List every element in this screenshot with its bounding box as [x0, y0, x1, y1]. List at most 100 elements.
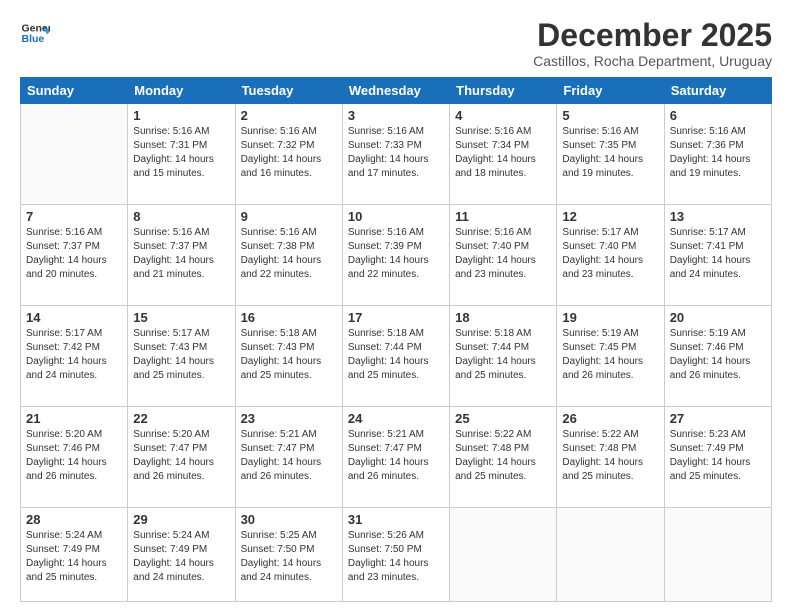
table-row: 4 Sunrise: 5:16 AM Sunset: 7:34 PM Daylig…	[450, 104, 557, 205]
table-row: 8 Sunrise: 5:16 AM Sunset: 7:37 PM Daylig…	[128, 205, 235, 306]
table-row	[450, 507, 557, 601]
day-number: 30	[241, 512, 337, 527]
day-info: Sunrise: 5:21 AM Sunset: 7:47 PM Dayligh…	[241, 428, 337, 484]
title-block: December 2025 Castillos, Rocha Departmen…	[533, 18, 772, 69]
table-row: 28Sunrise: 5:24 AM Sunset: 7:49 PM Dayli…	[21, 507, 128, 601]
table-row: 25 Sunrise: 5:22 AM Sunset: 7:48 PM Dayli…	[450, 407, 557, 508]
table-row	[557, 507, 664, 601]
day-info: Sunrise: 5:24 AM Sunset: 7:49 PM Dayligh…	[133, 529, 229, 585]
day-info: Sunrise: 5:22 AM Sunset: 7:48 PM Dayligh…	[562, 428, 658, 484]
day-info: Sunrise: 5:16 AM Sunset: 7:37 PM Dayligh…	[26, 226, 122, 282]
table-row: 24Sunrise: 5:21 AM Sunset: 7:47 PM Dayli…	[342, 407, 449, 508]
day-number: 27	[670, 411, 766, 426]
day-info: Sunrise: 5:16 AM Sunset: 7:40 PM Dayligh…	[455, 226, 551, 282]
day-number: 19	[562, 310, 658, 325]
day-info: Sunrise: 5:16 AM Sunset: 7:37 PM Dayligh…	[133, 226, 229, 282]
header-tuesday: Tuesday	[235, 78, 342, 104]
table-row: 31Sunrise: 5:26 AM Sunset: 7:50 PM Dayli…	[342, 507, 449, 601]
day-number: 10	[348, 209, 444, 224]
table-row: 23 Sunrise: 5:21 AM Sunset: 7:47 PM Dayli…	[235, 407, 342, 508]
day-info: Sunrise: 5:22 AM Sunset: 7:48 PM Dayligh…	[455, 428, 551, 484]
svg-text:Blue: Blue	[22, 33, 45, 45]
day-info: Sunrise: 5:16 AM Sunset: 7:31 PM Dayligh…	[133, 125, 229, 181]
table-row: 21 Sunrise: 5:20 AM Sunset: 7:46 PM Dayli…	[21, 407, 128, 508]
header-thursday: Thursday	[450, 78, 557, 104]
table-row: 15 Sunrise: 5:17 AM Sunset: 7:43 PM Dayli…	[128, 306, 235, 407]
day-number: 25	[455, 411, 551, 426]
day-number: 29	[133, 512, 229, 527]
day-number: 9	[241, 209, 337, 224]
header-monday: Monday	[128, 78, 235, 104]
table-row: 10 Sunrise: 5:16 AM Sunset: 7:39 PM Dayli…	[342, 205, 449, 306]
day-number: 20	[670, 310, 766, 325]
day-number: 16	[241, 310, 337, 325]
day-info: Sunrise: 5:16 AM Sunset: 7:33 PM Dayligh…	[348, 125, 444, 181]
table-row: 22 Sunrise: 5:20 AM Sunset: 7:47 PM Dayli…	[128, 407, 235, 508]
day-info: Sunrise: 5:16 AM Sunset: 7:36 PM Dayligh…	[670, 125, 766, 181]
table-row: 5 Sunrise: 5:16 AM Sunset: 7:35 PM Daylig…	[557, 104, 664, 205]
day-info: Sunrise: 5:20 AM Sunset: 7:46 PM Dayligh…	[26, 428, 122, 484]
day-info: Sunrise: 5:17 AM Sunset: 7:41 PM Dayligh…	[670, 226, 766, 282]
table-row: 26Sunrise: 5:22 AM Sunset: 7:48 PM Dayli…	[557, 407, 664, 508]
day-number: 11	[455, 209, 551, 224]
table-row: 6 Sunrise: 5:16 AM Sunset: 7:36 PM Daylig…	[664, 104, 771, 205]
day-number: 12	[562, 209, 658, 224]
day-info: Sunrise: 5:17 AM Sunset: 7:43 PM Dayligh…	[133, 327, 229, 383]
table-row: 19 Sunrise: 5:19 AM Sunset: 7:45 PM Dayli…	[557, 306, 664, 407]
day-info: Sunrise: 5:23 AM Sunset: 7:49 PM Dayligh…	[670, 428, 766, 484]
day-number: 1	[133, 108, 229, 123]
day-info: Sunrise: 5:16 AM Sunset: 7:35 PM Dayligh…	[562, 125, 658, 181]
header-friday: Friday	[557, 78, 664, 104]
table-row: 14 Sunrise: 5:17 AM Sunset: 7:42 PM Dayli…	[21, 306, 128, 407]
day-number: 18	[455, 310, 551, 325]
calendar-table: Sunday Monday Tuesday Wednesday Thursday…	[20, 77, 772, 602]
header-wednesday: Wednesday	[342, 78, 449, 104]
table-row: 12 Sunrise: 5:17 AM Sunset: 7:40 PM Dayli…	[557, 205, 664, 306]
day-number: 21	[26, 411, 122, 426]
table-row: 27 Sunrise: 5:23 AM Sunset: 7:49 PM Dayli…	[664, 407, 771, 508]
day-info: Sunrise: 5:20 AM Sunset: 7:47 PM Dayligh…	[133, 428, 229, 484]
day-number: 22	[133, 411, 229, 426]
day-number: 5	[562, 108, 658, 123]
table-row: 20 Sunrise: 5:19 AM Sunset: 7:46 PM Dayli…	[664, 306, 771, 407]
day-info: Sunrise: 5:18 AM Sunset: 7:44 PM Dayligh…	[348, 327, 444, 383]
table-row: 30Sunrise: 5:25 AM Sunset: 7:50 PM Dayli…	[235, 507, 342, 601]
day-number: 14	[26, 310, 122, 325]
day-number: 3	[348, 108, 444, 123]
day-info: Sunrise: 5:18 AM Sunset: 7:44 PM Dayligh…	[455, 327, 551, 383]
page: General Blue December 2025 Castillos, Ro…	[0, 0, 792, 612]
day-info: Sunrise: 5:26 AM Sunset: 7:50 PM Dayligh…	[348, 529, 444, 585]
table-row: 18 Sunrise: 5:18 AM Sunset: 7:44 PM Dayli…	[450, 306, 557, 407]
day-number: 6	[670, 108, 766, 123]
table-row: 29 Sunrise: 5:24 AM Sunset: 7:49 PM Dayli…	[128, 507, 235, 601]
day-number: 28	[26, 512, 122, 527]
day-number: 23	[241, 411, 337, 426]
calendar-header-row: Sunday Monday Tuesday Wednesday Thursday…	[21, 78, 772, 104]
day-number: 17	[348, 310, 444, 325]
day-number: 15	[133, 310, 229, 325]
table-row: 9 Sunrise: 5:16 AM Sunset: 7:38 PM Daylig…	[235, 205, 342, 306]
day-number: 8	[133, 209, 229, 224]
day-number: 24	[348, 411, 444, 426]
table-row: 7 Sunrise: 5:16 AM Sunset: 7:37 PM Daylig…	[21, 205, 128, 306]
table-row: 1 Sunrise: 5:16 AM Sunset: 7:31 PM Daylig…	[128, 104, 235, 205]
logo-icon: General Blue	[20, 18, 50, 48]
day-info: Sunrise: 5:19 AM Sunset: 7:46 PM Dayligh…	[670, 327, 766, 383]
day-info: Sunrise: 5:16 AM Sunset: 7:34 PM Dayligh…	[455, 125, 551, 181]
logo: General Blue	[20, 18, 50, 48]
table-row: 13 Sunrise: 5:17 AM Sunset: 7:41 PM Dayli…	[664, 205, 771, 306]
table-row	[664, 507, 771, 601]
day-info: Sunrise: 5:17 AM Sunset: 7:42 PM Dayligh…	[26, 327, 122, 383]
header-sunday: Sunday	[21, 78, 128, 104]
day-info: Sunrise: 5:17 AM Sunset: 7:40 PM Dayligh…	[562, 226, 658, 282]
subtitle: Castillos, Rocha Department, Uruguay	[533, 53, 772, 69]
day-info: Sunrise: 5:16 AM Sunset: 7:38 PM Dayligh…	[241, 226, 337, 282]
header-saturday: Saturday	[664, 78, 771, 104]
day-info: Sunrise: 5:19 AM Sunset: 7:45 PM Dayligh…	[562, 327, 658, 383]
day-number: 4	[455, 108, 551, 123]
day-number: 7	[26, 209, 122, 224]
day-number: 13	[670, 209, 766, 224]
main-title: December 2025	[533, 18, 772, 53]
day-info: Sunrise: 5:16 AM Sunset: 7:32 PM Dayligh…	[241, 125, 337, 181]
day-info: Sunrise: 5:16 AM Sunset: 7:39 PM Dayligh…	[348, 226, 444, 282]
